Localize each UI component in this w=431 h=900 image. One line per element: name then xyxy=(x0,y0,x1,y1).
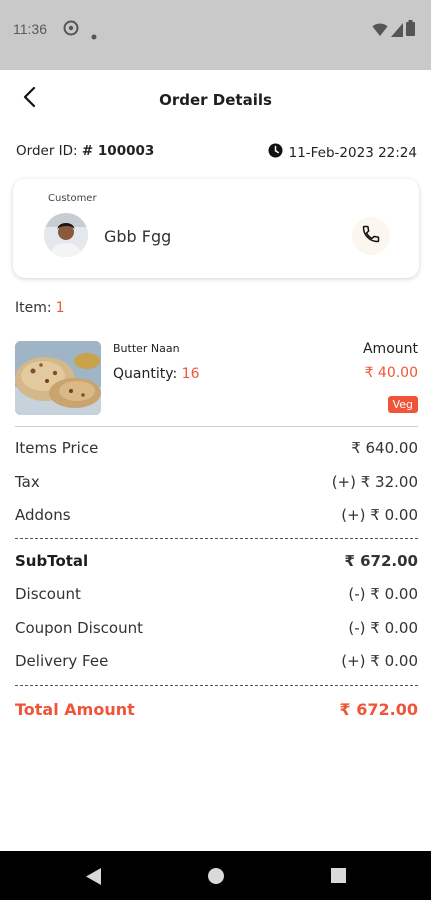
phone-icon xyxy=(361,224,381,248)
total-amount-label: Total Amount xyxy=(15,700,135,719)
dot-icon xyxy=(91,25,97,44)
addons-value: (+) ₹ 0.00 xyxy=(341,506,418,524)
item-image xyxy=(15,341,101,415)
total-amount-value: ₹ 672.00 xyxy=(339,700,418,719)
coupon-discount-label: Coupon Discount xyxy=(15,619,143,637)
dashed-divider xyxy=(15,538,418,539)
page-title: Order Details xyxy=(159,91,272,109)
nav-back-icon[interactable] xyxy=(86,868,102,889)
item-count-value: 1 xyxy=(55,300,65,316)
coupon-discount-value: (-) ₹ 0.00 xyxy=(348,619,418,637)
wifi-icon xyxy=(372,22,388,41)
divider xyxy=(15,426,418,427)
tax-row: Tax (+) ₹ 32.00 xyxy=(15,473,418,491)
item-quantity: Quantity: 16 xyxy=(113,366,199,382)
order-id: Order ID: # 100003 xyxy=(16,143,154,159)
avatar xyxy=(44,213,88,257)
nav-home-icon[interactable] xyxy=(208,868,224,884)
customer-name: Gbb Fgg xyxy=(104,227,172,246)
item-name: Butter Naan xyxy=(113,342,180,355)
order-datetime-text: 11-Feb-2023 22:24 xyxy=(288,144,417,161)
item-count: Item: 1 xyxy=(15,300,65,316)
item-quantity-label: Quantity: xyxy=(113,366,178,382)
item-count-label: Item: xyxy=(15,300,52,316)
delivery-fee-value: (+) ₹ 0.00 xyxy=(341,652,418,670)
veg-badge: Veg xyxy=(387,396,418,413)
status-bar: 11:36 xyxy=(0,0,431,70)
tax-label: Tax xyxy=(15,473,40,491)
items-price-row: Items Price ₹ 640.00 xyxy=(15,439,418,457)
status-time: 11:36 xyxy=(13,21,47,37)
order-datetime: 11-Feb-2023 22:24 xyxy=(268,143,417,162)
customer-label: Customer xyxy=(48,193,97,204)
total-amount-row: Total Amount ₹ 672.00 xyxy=(15,700,418,719)
discount-value: (-) ₹ 0.00 xyxy=(348,585,418,603)
subtotal-value: ₹ 672.00 xyxy=(344,552,418,570)
delivery-fee-row: Delivery Fee (+) ₹ 0.00 xyxy=(15,652,418,670)
coupon-discount-row: Coupon Discount (-) ₹ 0.00 xyxy=(15,619,418,637)
nav-recents-icon[interactable] xyxy=(331,868,346,883)
call-button[interactable] xyxy=(352,217,390,255)
delivery-fee-label: Delivery Fee xyxy=(15,652,109,670)
discount-row: Discount (-) ₹ 0.00 xyxy=(15,585,418,603)
discount-label: Discount xyxy=(15,585,81,603)
addons-label: Addons xyxy=(15,506,71,524)
order-id-label: Order ID: xyxy=(16,143,78,159)
order-id-value: # 100003 xyxy=(81,143,155,159)
signal-icon xyxy=(391,22,403,41)
tax-value: (+) ₹ 32.00 xyxy=(331,473,418,491)
clock-icon xyxy=(268,143,283,162)
subtotal-label: SubTotal xyxy=(15,552,89,570)
subtotal-row: SubTotal ₹ 672.00 xyxy=(15,552,418,570)
items-price-value: ₹ 640.00 xyxy=(351,439,418,457)
item-amount: ₹ 40.00 xyxy=(364,365,418,381)
amount-label: Amount xyxy=(362,341,418,357)
addons-row: Addons (+) ₹ 0.00 xyxy=(15,506,418,524)
do-not-disturb-icon xyxy=(63,20,79,40)
dashed-divider-total xyxy=(15,685,418,686)
item-quantity-value: 16 xyxy=(181,366,200,382)
items-price-label: Items Price xyxy=(15,439,99,457)
battery-icon xyxy=(406,20,415,40)
